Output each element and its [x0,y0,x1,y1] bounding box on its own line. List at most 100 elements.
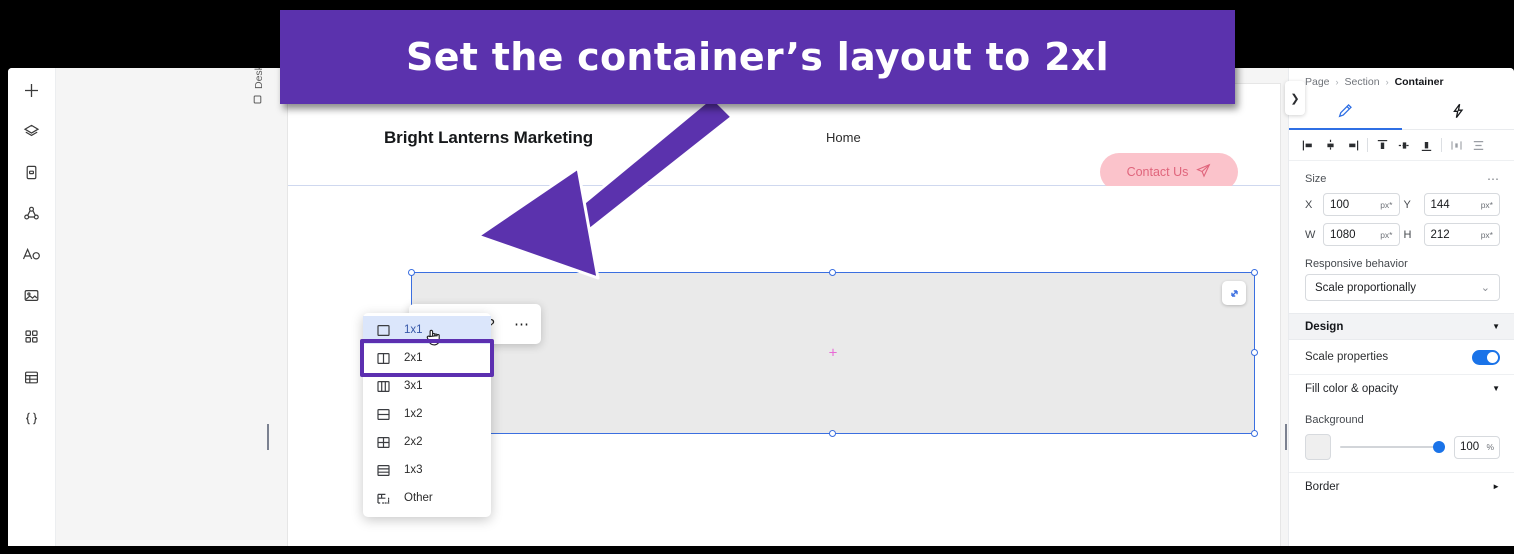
size-unit-y: px* [1480,199,1493,210]
annotation-banner-text: Set the container’s layout to 2xl [406,35,1109,79]
canvas-guide-right [1285,424,1287,450]
left-icon-rail [8,68,56,546]
opacity-slider[interactable] [1340,440,1445,454]
more-button[interactable]: ⋯ [506,309,537,340]
app-window: Desktop (Primary) Bright Lanterns Market… [8,68,1514,546]
pages-icon[interactable] [16,156,48,188]
breadcrumb-item-page[interactable]: Page [1305,76,1330,88]
selected-container[interactable]: + [408,269,1258,437]
tab-interactions[interactable] [1402,96,1514,129]
add-content-plus-icon[interactable]: + [829,346,838,361]
responsive-behavior-value: Scale proportionally [1315,281,1417,294]
grid-1x1-icon [376,323,391,338]
size-input-x[interactable]: 100 px* [1323,193,1400,216]
collapse-panel-button[interactable]: ❯ [1285,81,1305,115]
screenshot-root: Desktop (Primary) Bright Lanterns Market… [0,0,1514,554]
size-value-y: 144 [1430,198,1450,211]
resize-handle-right-middle[interactable] [1251,349,1258,356]
layout-option-1x3[interactable]: 1x3 [363,456,491,484]
canvas-workspace: Desktop (Primary) Bright Lanterns Market… [56,68,1288,546]
components-icon[interactable] [16,320,48,352]
chevron-down-icon: ▼ [1492,322,1500,331]
align-left-icon[interactable] [1298,135,1319,156]
size-input-w[interactable]: 1080 px* [1323,223,1400,246]
opacity-input[interactable]: 100 % [1454,435,1500,459]
scale-properties-row: Scale properties [1289,340,1514,374]
layout-option-2x2[interactable]: 2x2 [363,428,491,456]
layout-option-2x1[interactable]: 2x1 [360,339,494,377]
more-glyph: ⋯ [514,316,529,333]
layout-option-other[interactable]: Other [363,484,491,512]
expand-container-button[interactable] [1222,281,1246,305]
alignment-toolbar [1289,130,1514,161]
layers-icon[interactable] [16,115,48,147]
alignment-divider [1367,138,1368,152]
code-icon[interactable] [16,402,48,434]
breadcrumb-separator: › [1385,77,1389,87]
align-top-icon[interactable] [1372,135,1393,156]
grid-1x3-icon [376,463,391,478]
size-label-y: Y [1403,198,1411,211]
resize-handle-bottom-middle[interactable] [829,430,836,437]
align-bottom-icon[interactable] [1416,135,1437,156]
align-middle-icon[interactable] [1394,135,1415,156]
resize-handle-top-right[interactable] [1251,269,1258,276]
background-color-swatch[interactable] [1305,434,1331,460]
table-icon[interactable] [16,361,48,393]
chevron-down-icon: ⌄ [1480,282,1490,294]
design-section-title: Design [1305,320,1344,333]
data-icon[interactable] [16,197,48,229]
size-input-h[interactable]: 212 px* [1423,223,1500,246]
add-icon[interactable] [16,74,48,106]
text-icon[interactable] [16,238,48,270]
responsive-behavior-label: Responsive behavior [1305,258,1408,270]
media-icon[interactable] [16,279,48,311]
distribute-horizontal-icon[interactable] [1446,135,1467,156]
site-brand: Bright Lanterns Marketing [384,128,594,147]
responsive-behavior-select[interactable]: Scale proportionally ⌄ [1305,274,1500,301]
contact-us-label: Contact Us [1126,165,1189,179]
background-controls: 100 % [1289,430,1514,460]
size-unit-x: px* [1380,199,1393,210]
alignment-divider [1441,138,1442,152]
device-label-text: Desktop (Primary) [253,68,265,89]
layout-option-label: 1x3 [404,464,423,476]
tab-design[interactable] [1289,96,1402,130]
canvas-guide-left [267,424,269,450]
resize-handle-top-middle[interactable] [829,269,836,276]
layout-option-1x1[interactable]: 1x1 [363,316,491,346]
size-label-h: H [1403,228,1412,241]
size-more-button[interactable]: ⋯ [1487,172,1500,186]
border-section-header[interactable]: Border ► [1289,472,1514,500]
resize-handle-top-left[interactable] [408,269,415,276]
layout-option-3x1[interactable]: 3x1 [363,372,491,400]
size-input-y[interactable]: 144 px* [1423,193,1500,216]
size-value-w: 1080 [1330,228,1356,241]
size-unit-h: px* [1480,229,1493,240]
fill-color-section-header[interactable]: Fill color & opacity ▼ [1289,374,1514,402]
grid-other-icon [376,491,391,506]
layout-option-label: 3x1 [404,380,423,392]
align-right-icon[interactable] [1342,135,1363,156]
size-value-h: 212 [1430,228,1450,241]
nav-item-home[interactable]: Home [826,130,861,145]
layout-option-1x2[interactable]: 1x2 [363,400,491,428]
size-label-x: X [1305,198,1313,211]
grid-2x1-icon [376,351,391,366]
design-section-header[interactable]: Design ▼ [1289,313,1514,340]
opacity-unit: % [1486,442,1494,452]
distribute-vertical-icon[interactable] [1468,135,1489,156]
align-center-horizontal-icon[interactable] [1320,135,1341,156]
layout-option-label: 2x2 [404,436,423,448]
layout-option-label: 1x2 [404,408,423,420]
breadcrumb-item-container[interactable]: Container [1395,76,1444,88]
resize-handle-bottom-right[interactable] [1251,430,1258,437]
scale-properties-toggle[interactable] [1472,349,1500,365]
breadcrumb-separator: › [1335,77,1339,87]
layout-option-label: Other [404,492,433,504]
lightning-icon [1449,102,1467,123]
layout-option-label: 2x1 [404,352,423,364]
breadcrumb-item-section[interactable]: Section [1345,76,1380,88]
properties-panel: Page › Section › Container Size ⋯ X 100 … [1288,68,1514,546]
breadcrumb: Page › Section › Container [1289,68,1514,96]
